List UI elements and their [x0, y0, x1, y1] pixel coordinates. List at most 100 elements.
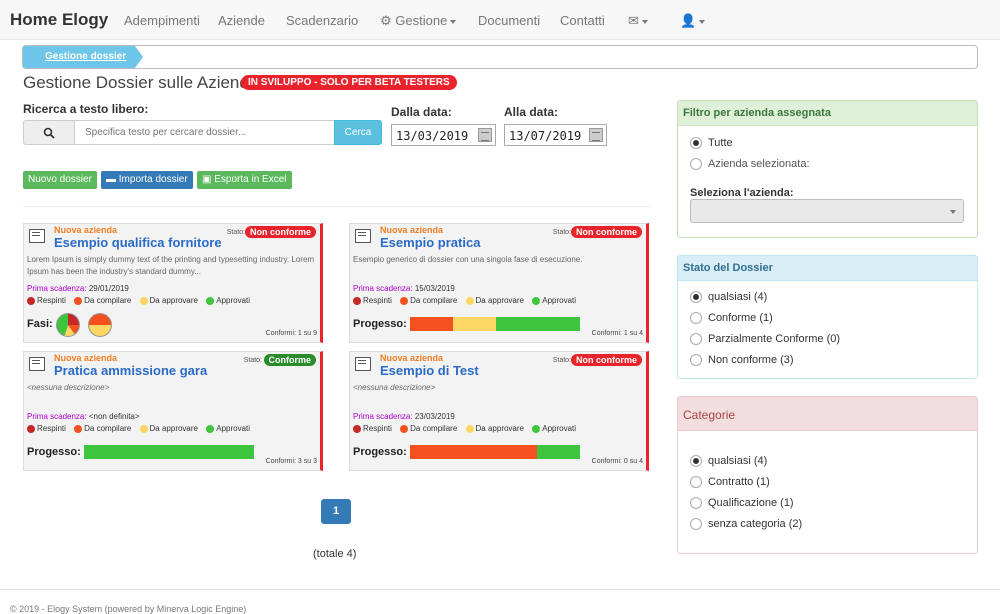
nav-adempimenti[interactable]: Adempimenti: [124, 13, 200, 28]
phase-pie-chart[interactable]: [88, 313, 112, 337]
radio-button[interactable]: [690, 354, 702, 367]
da-compilare-dot-icon: [74, 296, 83, 305]
nav-contatti[interactable]: Contatti: [560, 13, 605, 28]
search-button[interactable]: Cerca: [334, 120, 382, 145]
legend-approvati: Approvati: [542, 424, 577, 433]
card-title[interactable]: Esempio qualifica fornitore: [54, 235, 222, 250]
dossier-card[interactable]: Nuova azienda Esempio pratica Stato: Non…: [349, 223, 649, 343]
radio-category-senza[interactable]: senza categoria (2): [690, 518, 803, 531]
company-select[interactable]: [690, 199, 964, 223]
legend-respinti: Respinti: [363, 296, 392, 305]
card-title[interactable]: Esempio pratica: [380, 235, 480, 250]
legend-respinti: Respinti: [37, 424, 66, 433]
radio-label: Qualificazione (1): [708, 497, 794, 509]
radio-tutte[interactable]: Tutte: [690, 137, 733, 150]
status-badge: Non conforme: [570, 226, 642, 238]
progress-label: Progesso:: [353, 318, 407, 330]
radio-button[interactable]: [690, 291, 702, 304]
to-date-value: 13/07/2019: [509, 129, 582, 143]
search-input[interactable]: [75, 120, 335, 145]
radio-azienda-selezionata[interactable]: Azienda selezionata:: [690, 158, 810, 171]
radio-label: Non conforme (3): [708, 354, 794, 366]
da-approvare-dot-icon: [139, 296, 148, 305]
radio-button[interactable]: [690, 455, 702, 468]
card-description: <nessuna descrizione>: [353, 383, 436, 392]
nav-user[interactable]: 👤: [680, 13, 706, 29]
search-label: Ricerca a testo libero:: [23, 102, 149, 116]
radio-button[interactable]: [690, 497, 702, 510]
status-legend: Respinti Da compilare Da approvare Appro…: [353, 296, 576, 305]
nav-messages[interactable]: ✉: [628, 13, 648, 29]
da-compilare-dot-icon: [400, 296, 409, 305]
nav-aziende[interactable]: Aziende: [218, 13, 265, 28]
nav-gestione[interactable]: ⚙ Gestione: [380, 13, 457, 29]
radio-status-conforme[interactable]: Conforme (1): [690, 312, 773, 325]
phase-pie-chart[interactable]: [56, 313, 80, 337]
caret-down-icon: [450, 19, 457, 24]
radio-button[interactable]: [690, 476, 702, 489]
brand-link[interactable]: Home Elogy: [10, 10, 108, 30]
panel-title: Stato del Dossier: [678, 256, 977, 281]
progress-label: Progesso:: [353, 446, 407, 458]
to-date-field[interactable]: 13/07/2019: [504, 124, 607, 146]
stato-label: Stato:: [552, 229, 571, 236]
progress-segment-da-compilare: [410, 445, 538, 459]
dossier-card[interactable]: Nuova azienda Pratica ammissione gara St…: [23, 351, 323, 471]
radio-category-any[interactable]: qualsiasi (4): [690, 455, 767, 468]
card-tag: Nuova azienda: [54, 225, 118, 235]
status-badge: Non conforme: [570, 354, 642, 366]
calendar-icon[interactable]: [589, 128, 603, 142]
progress-label: Progesso:: [27, 446, 81, 458]
radio-button[interactable]: [690, 312, 702, 325]
radio-button[interactable]: [690, 518, 702, 531]
prima-scadenza-value: 15/03/2019: [414, 284, 455, 293]
breadcrumb-label[interactable]: Gestione dossier: [45, 51, 126, 62]
card-description: <nessuna descrizione>: [27, 383, 110, 392]
card-title[interactable]: Esempio di Test: [380, 363, 479, 378]
radio-status-non-conforme[interactable]: Non conforme (3): [690, 354, 794, 367]
radio-category-contratto[interactable]: Contratto (1): [690, 476, 770, 489]
search-icon-addon: [23, 120, 75, 145]
progress-segment-approvati: [84, 445, 254, 459]
company-filter-panel: Filtro per azienda assegnata Tutte Azien…: [677, 100, 978, 238]
pagination-page-1[interactable]: 1: [321, 499, 351, 524]
radio-label: senza categoria (2): [708, 518, 803, 530]
legend-respinti: Respinti: [37, 296, 66, 305]
radio-category-qualificazione[interactable]: Qualificazione (1): [690, 497, 794, 510]
card-description: Esempio generico di dossier con una sing…: [353, 255, 583, 264]
radio-button[interactable]: [690, 158, 702, 171]
progress-segment-approvati: [537, 445, 580, 459]
radio-status-any[interactable]: qualsiasi (4): [690, 291, 767, 304]
conformi-count: Conformi: 1 su 9: [265, 330, 317, 337]
legend-da-approvare: Da approvare: [149, 424, 198, 433]
search-group: Cerca: [23, 120, 382, 145]
card-title[interactable]: Pratica ammissione gara: [54, 363, 207, 378]
radio-status-parziale[interactable]: Parzialmente Conforme (0): [690, 333, 840, 346]
nav-scadenzario[interactable]: Scadenzario: [286, 13, 358, 28]
excel-file-icon: ▣: [202, 174, 212, 185]
prima-scadenza-label: Prima scadenza:: [27, 412, 87, 421]
dossier-icon: [355, 357, 371, 371]
dossier-card[interactable]: Nuova azienda Esempio qualifica fornitor…: [23, 223, 323, 343]
dossier-card[interactable]: Nuova azienda Esempio di Test Stato: Non…: [349, 351, 649, 471]
card-tag: Nuova azienda: [54, 353, 118, 363]
legend-approvati: Approvati: [216, 296, 251, 305]
conformi-count: Conformi: 1 su 4: [591, 330, 643, 337]
calendar-icon[interactable]: [478, 128, 492, 142]
import-dossier-button[interactable]: ▬ Importa dossier: [101, 171, 193, 189]
new-dossier-button[interactable]: Nuovo dossier: [23, 171, 97, 189]
panel-title: Filtro per azienda assegnata: [678, 101, 977, 126]
da-compilare-dot-icon: [400, 424, 409, 433]
from-date-label: Dalla data:: [391, 105, 452, 119]
radio-button[interactable]: [690, 137, 702, 150]
nav-documenti[interactable]: Documenti: [478, 13, 540, 28]
panel-title: Categorie: [678, 397, 977, 431]
from-date-field[interactable]: 13/03/2019: [391, 124, 496, 146]
prima-scadenza: Prima scadenza: <non definita>: [27, 412, 140, 421]
radio-button[interactable]: [690, 333, 702, 346]
breadcrumb-item-gestione-dossier[interactable]: Gestione dossier: [23, 46, 143, 68]
da-approvare-dot-icon: [465, 424, 474, 433]
export-excel-button[interactable]: ▣ Esporta in Excel: [197, 171, 292, 189]
to-date-label: Alla data:: [504, 105, 559, 119]
prima-scadenza-value: 23/03/2019: [414, 412, 455, 421]
